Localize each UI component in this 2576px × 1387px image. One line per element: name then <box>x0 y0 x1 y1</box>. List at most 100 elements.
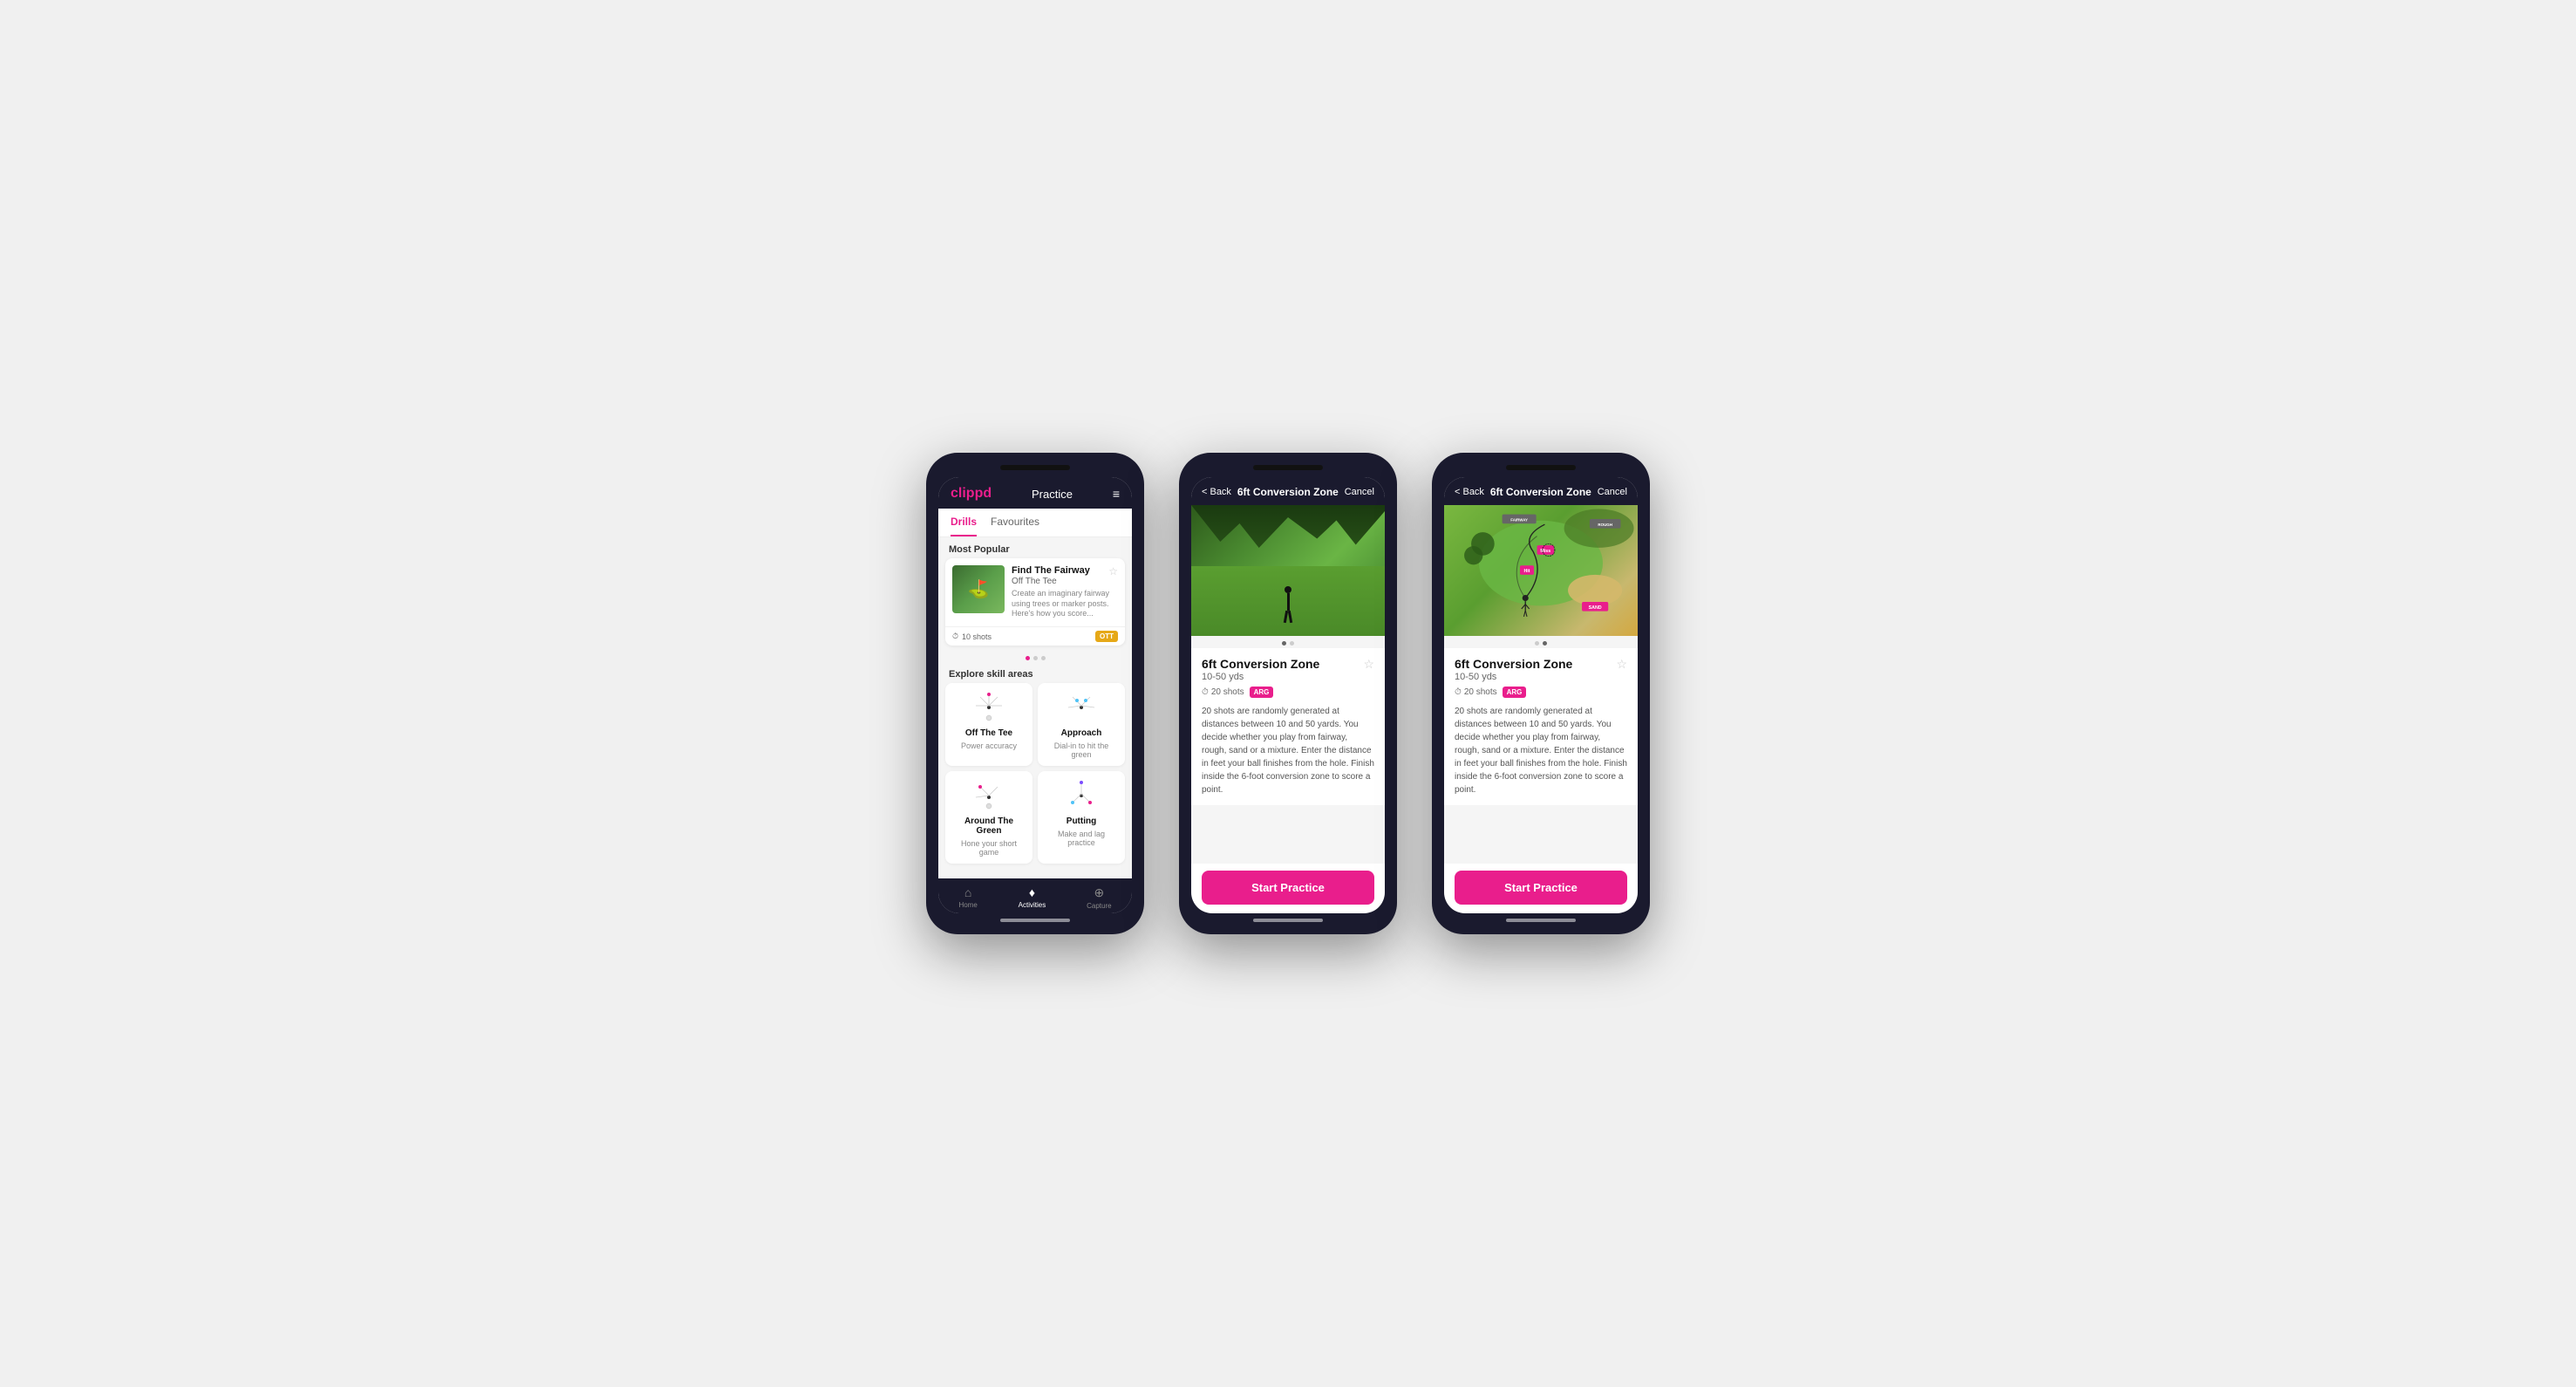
card-subtitle: Off The Tee <box>1012 577 1090 586</box>
off-tee-svg <box>967 690 1011 725</box>
phone-2-screen: < Back 6ft Conversion Zone Cancel <box>1191 477 1385 913</box>
off-tee-icon <box>967 690 1011 725</box>
home-bar-3 <box>1506 919 1576 922</box>
drill-map-image: SAND ROUGH FAIRWAY Miss Hit <box>1444 505 1638 636</box>
svg-text:SAND: SAND <box>1589 605 1602 611</box>
favourite-icon-3[interactable]: ☆ <box>1616 657 1627 672</box>
skill-desc-atg: Hone your short game <box>952 839 1026 857</box>
back-button[interactable]: < Back <box>1202 487 1231 497</box>
img-dot-3-1 <box>1535 641 1539 646</box>
drill-header-3: < Back 6ft Conversion Zone Cancel <box>1444 477 1638 505</box>
drill-header: < Back 6ft Conversion Zone Cancel <box>1191 477 1385 505</box>
tab-drills[interactable]: Drills <box>951 509 977 536</box>
skill-putting[interactable]: Putting Make and lag practice <box>1038 771 1125 864</box>
drill-content: 6ft Conversion Zone 10-50 yds ☆ ⏱ 20 sho… <box>1191 505 1385 864</box>
home-label: Home <box>958 901 977 909</box>
drill-header-title-3: 6ft Conversion Zone <box>1490 486 1591 498</box>
home-bar <box>1000 919 1070 922</box>
home-bar-2 <box>1253 919 1323 922</box>
bottom-nav: ⌂ Home ♦ Activities ⊕ Capture <box>938 878 1132 913</box>
drill-range: 10-50 yds <box>1202 672 1319 682</box>
most-popular-label: Most Popular <box>938 537 1132 558</box>
carousel-dots <box>938 653 1132 664</box>
drill-meta: ⏱ 20 shots ARG <box>1202 687 1374 698</box>
card-description: Create an imaginary fairway using trees … <box>1012 589 1118 619</box>
trees-silhouette <box>1191 505 1385 566</box>
around-green-icon <box>967 778 1011 813</box>
main-content: Most Popular ⛳ Find The Fairway Off The … <box>938 537 1132 878</box>
phone-notch <box>1000 465 1070 470</box>
golfer-head <box>1285 586 1291 593</box>
img-dot-2 <box>1290 641 1294 646</box>
phone-3-screen: < Back 6ft Conversion Zone Cancel SAND <box>1444 477 1638 913</box>
cancel-button[interactable]: Cancel <box>1345 487 1374 497</box>
start-practice-button[interactable]: Start Practice <box>1202 871 1374 905</box>
card-title: Find The Fairway <box>1012 565 1090 576</box>
golfer-legs <box>1285 611 1291 623</box>
phone-1: clippd Practice ≡ Drills Favourites Most… <box>926 453 1144 934</box>
approach-svg <box>1060 690 1103 725</box>
arg-badge: ARG <box>1250 687 1274 698</box>
tab-favourites[interactable]: Favourites <box>991 509 1039 536</box>
menu-icon[interactable]: ≡ <box>1113 487 1120 501</box>
skill-around-green[interactable]: Around The Green Hone your short game <box>945 771 1032 864</box>
drill-title: 6ft Conversion Zone <box>1202 657 1319 671</box>
card-thumbnail: ⛳ <box>952 565 1005 613</box>
drill-hero-image <box>1191 505 1385 636</box>
drill-range-3: 10-50 yds <box>1455 672 1572 682</box>
skill-name-putting: Putting <box>1067 816 1096 826</box>
phone-3: < Back 6ft Conversion Zone Cancel SAND <box>1432 453 1650 934</box>
drill-description: 20 shots are randomly generated at dista… <box>1202 705 1374 796</box>
skill-name-atg: Around The Green <box>952 816 1026 836</box>
drill-title-3: 6ft Conversion Zone <box>1455 657 1572 671</box>
svg-text:ROUGH: ROUGH <box>1598 523 1612 527</box>
golfer-figure <box>1285 586 1291 623</box>
drill-info-card: 6ft Conversion Zone 10-50 yds ☆ ⏱ 20 sho… <box>1191 648 1385 805</box>
skill-areas-grid: Off The Tee Power accuracy <box>938 683 1132 871</box>
skill-name-ott: Off The Tee <box>965 728 1012 738</box>
card-info: Find The Fairway Off The Tee ☆ Create an… <box>1012 565 1118 619</box>
category-badge: OTT <box>1095 631 1118 642</box>
drill-title-block: 6ft Conversion Zone 10-50 yds <box>1202 657 1319 682</box>
approach-icon <box>1060 690 1103 725</box>
skill-desc-putting: Make and lag practice <box>1045 830 1118 847</box>
card-footer: ⏱ 10 shots OTT <box>945 626 1125 646</box>
putting-icon <box>1060 778 1103 813</box>
shots-count: ⏱ 10 shots <box>952 632 992 641</box>
dot-1 <box>1026 656 1030 660</box>
skill-off-the-tee[interactable]: Off The Tee Power accuracy <box>945 683 1032 766</box>
golfer-body <box>1287 593 1290 611</box>
nav-capture[interactable]: ⊕ Capture <box>1087 885 1111 910</box>
img-dot-1 <box>1282 641 1286 646</box>
drill-title-block-3: 6ft Conversion Zone 10-50 yds <box>1455 657 1572 682</box>
golfer-image: ⛳ <box>952 565 1005 613</box>
skill-desc-approach: Dial-in to hit the green <box>1045 741 1118 759</box>
app-logo: clippd <box>951 486 992 502</box>
tab-bar: Drills Favourites <box>938 509 1132 537</box>
cancel-button-3[interactable]: Cancel <box>1598 487 1627 497</box>
capture-label: Capture <box>1087 902 1111 910</box>
nav-home[interactable]: ⌂ Home <box>958 885 977 910</box>
drill-title-row-3: 6ft Conversion Zone 10-50 yds ☆ <box>1455 657 1627 682</box>
drill-meta-3: ⏱ 20 shots ARG <box>1455 687 1627 698</box>
clock-icon-3: ⏱ <box>1455 687 1462 697</box>
nav-activities[interactable]: ♦ Activities <box>1019 885 1046 910</box>
home-icon: ⌂ <box>964 885 971 899</box>
shots-info: ⏱ 20 shots <box>1202 687 1244 697</box>
drill-content-3: SAND ROUGH FAIRWAY Miss Hit <box>1444 505 1638 864</box>
app-header: clippd Practice ≡ <box>938 477 1132 509</box>
start-practice-button-3[interactable]: Start Practice <box>1455 871 1627 905</box>
back-button-3[interactable]: < Back <box>1455 487 1484 497</box>
dot-2 <box>1033 656 1038 660</box>
featured-drill-card[interactable]: ⛳ Find The Fairway Off The Tee ☆ Create … <box>945 558 1125 646</box>
skill-approach[interactable]: Approach Dial-in to hit the green <box>1038 683 1125 766</box>
clock-icon: ⏱ <box>952 632 958 641</box>
activities-label: Activities <box>1019 901 1046 909</box>
drill-header-title: 6ft Conversion Zone <box>1237 486 1339 498</box>
favourite-icon[interactable]: ☆ <box>1108 565 1118 577</box>
favourite-icon-2[interactable]: ☆ <box>1363 657 1374 672</box>
course-map-svg: SAND ROUGH FAIRWAY Miss Hit <box>1444 505 1638 621</box>
activities-icon: ♦ <box>1029 885 1035 899</box>
arg-badge-3: ARG <box>1503 687 1527 698</box>
shots-info-3: ⏱ 20 shots <box>1455 687 1497 697</box>
